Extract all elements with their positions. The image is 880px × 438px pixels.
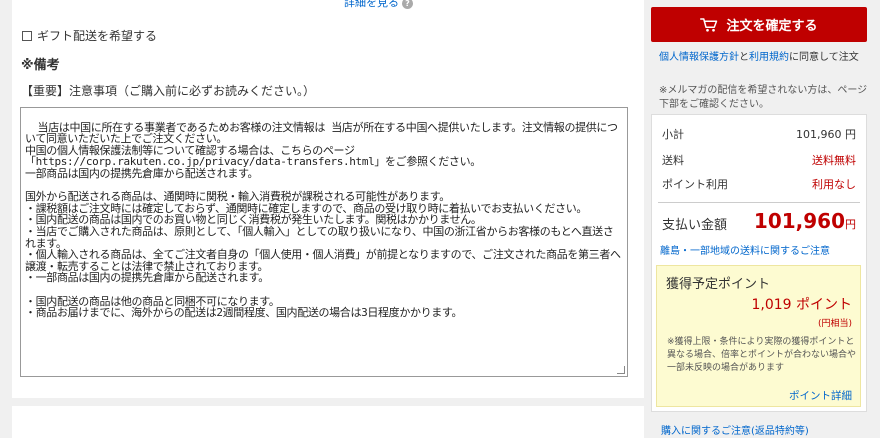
subtotal-value: 101,960 円 <box>796 128 856 141</box>
points-use-row: ポイント利用 利用なし <box>662 176 856 192</box>
notice-title: 【重要】注意事項（ご購入前に必ずお読みください。） <box>21 84 316 98</box>
privacy-and: と <box>739 52 749 63</box>
confirm-order-label: 注文を確定する <box>726 19 818 34</box>
gift-delivery-option[interactable]: ギフト配送を希望する <box>22 27 157 44</box>
cart-icon <box>700 17 718 32</box>
gift-label: ギフト配送を希望する <box>37 29 158 43</box>
summary-divider <box>658 202 860 203</box>
privacy-policy-link[interactable]: 個人情報保護方針 <box>659 52 739 63</box>
pay-amount-value: 101,960 <box>753 209 845 233</box>
confirm-order-button[interactable]: 注文を確定する <box>651 7 867 42</box>
shipping-value: 送料無料 <box>812 154 856 167</box>
terms-link[interactable]: 利用規約 <box>749 52 789 63</box>
order-options-panel-footer <box>12 406 644 438</box>
remarks-title: ※備考 <box>21 58 60 73</box>
earned-points-title: 獲得予定ポイント <box>666 277 771 292</box>
remarks-textarea[interactable]: 当店は中国に所在する事業者であるためお客様の注文情報は 当店が所在する中国へ提供… <box>20 107 628 377</box>
privacy-consent: 個人情報保護方針と利用規約に同意して注文 <box>659 51 869 65</box>
subtotal-label: 小計 <box>662 128 684 141</box>
earned-points-value: 1,019 ポイント <box>751 297 852 313</box>
island-shipping-link[interactable]: 離島・一部地域の送料に関するご注意 <box>660 242 830 257</box>
earned-points-box: 獲得予定ポイント 1,019 ポイント (円相当) ※獲得上限・条件により実際の… <box>656 265 861 407</box>
subtotal-row: 小計 101,960 円 <box>662 126 856 142</box>
resize-grip-icon[interactable] <box>617 366 625 374</box>
purchase-notes-link[interactable]: 購入に関するご注意(返品特約等) <box>661 422 809 437</box>
privacy-suffix: に同意して注文 <box>789 52 859 63</box>
points-detail-link[interactable]: ポイント詳細 <box>789 388 852 403</box>
shipping-label: 送料 <box>662 154 684 167</box>
pay-amount-unit: 円 <box>845 218 856 231</box>
remarks-text: 当店は中国に所在する事業者であるためお客様の注文情報は 当店が所在する中国へ提供… <box>25 120 621 320</box>
detail-link-label[interactable]: 詳細を見る <box>344 0 399 9</box>
points-use-label: ポイント利用 <box>662 178 728 191</box>
pay-amount-label: 支払い金額 <box>662 218 728 233</box>
points-use-value: 利用なし <box>812 178 856 191</box>
order-summary-card: 小計 101,960 円 送料 送料無料 ポイント利用 利用なし 支払い金額 1… <box>651 114 867 412</box>
pay-amount: 101,960円 <box>754 209 856 233</box>
mail-magazine-note: ※メルマガの配信を希望されない方は、ページ下部をご確認ください。 <box>659 85 868 110</box>
info-icon: ? <box>402 0 413 9</box>
shipping-row: 送料 送料無料 <box>662 152 856 168</box>
detail-link[interactable]: 詳細を見る? <box>344 0 413 10</box>
gift-checkbox[interactable] <box>22 30 32 41</box>
earned-points-note: ※獲得上限・条件により実際の獲得ポイントと異なる場合、倍率とポイントが合わない場… <box>667 337 857 373</box>
earned-points-equiv: (円相当) <box>817 319 852 329</box>
